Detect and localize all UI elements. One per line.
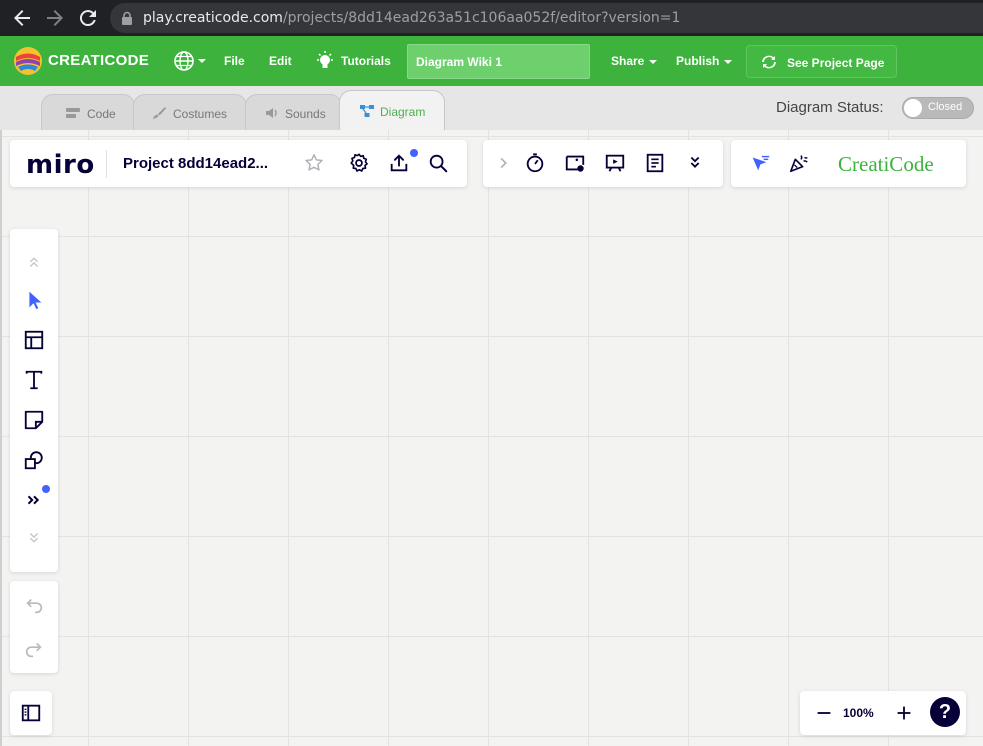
creaticode-logo-icon[interactable] bbox=[13, 46, 43, 76]
search-icon[interactable] bbox=[424, 149, 452, 177]
tab-sounds-label: Sounds bbox=[285, 107, 326, 121]
timer-icon[interactable] bbox=[521, 149, 549, 177]
settings-icon[interactable] bbox=[345, 149, 373, 177]
paintbrush-icon bbox=[153, 107, 166, 119]
lock-icon bbox=[122, 11, 132, 25]
caret-down-icon bbox=[649, 59, 658, 64]
star-icon[interactable] bbox=[300, 149, 328, 177]
undo-icon[interactable] bbox=[20, 591, 48, 619]
new-feature-dot bbox=[42, 485, 50, 493]
help-button[interactable]: ? bbox=[930, 697, 960, 727]
left-toolbar bbox=[10, 229, 58, 572]
card-icon[interactable] bbox=[561, 149, 589, 177]
diagram-status-value: Closed bbox=[928, 101, 963, 113]
shapes-icon[interactable] bbox=[20, 446, 48, 474]
zoom-level[interactable]: 100% bbox=[843, 706, 874, 720]
diagram-status-label: Diagram Status: bbox=[776, 99, 884, 116]
tab-costumes[interactable]: Costumes bbox=[133, 94, 247, 130]
sticky-note-icon[interactable] bbox=[20, 406, 48, 434]
caret-down-icon bbox=[724, 59, 733, 64]
board-name[interactable]: Project 8dd14ead2... bbox=[123, 155, 268, 172]
url-host: play.creaticode.com bbox=[143, 10, 283, 26]
logo-text[interactable]: CREATICODE bbox=[48, 52, 149, 69]
share-upload-icon[interactable] bbox=[385, 149, 413, 177]
zoom-out-icon[interactable] bbox=[810, 699, 838, 727]
tab-sounds[interactable]: Sounds bbox=[245, 94, 342, 130]
expand-down-icon[interactable] bbox=[681, 149, 709, 177]
url-text: play.creaticode.com/projects/8dd14ead263… bbox=[143, 10, 680, 26]
text-icon[interactable] bbox=[20, 366, 48, 394]
back-arrow-icon[interactable] bbox=[10, 6, 34, 30]
see-project-page-label: See Project Page bbox=[787, 56, 885, 70]
board-info-panel: miro Project 8dd14ead2... bbox=[10, 140, 467, 187]
project-title: Diagram Wiki 1 bbox=[416, 55, 502, 69]
cursor-filter-icon[interactable] bbox=[746, 149, 774, 177]
creaticode-brand: CreatiCode bbox=[838, 152, 934, 176]
lightbulb-icon[interactable] bbox=[316, 51, 334, 71]
select-cursor-icon[interactable] bbox=[20, 286, 48, 314]
sync-arrows-icon bbox=[762, 55, 776, 69]
zoom-in-icon[interactable] bbox=[890, 699, 918, 727]
publish-label: Publish bbox=[676, 54, 720, 68]
miro-logo[interactable]: miro bbox=[26, 150, 95, 180]
chevron-right-icon[interactable] bbox=[489, 149, 517, 177]
see-project-page-button[interactable]: See Project Page bbox=[746, 45, 897, 78]
frame-icon[interactable] bbox=[20, 326, 48, 354]
globe-icon bbox=[174, 51, 206, 71]
tab-diagram-label: Diagram bbox=[380, 105, 426, 119]
tab-code[interactable]: Code bbox=[41, 94, 135, 130]
speaker-icon bbox=[266, 108, 277, 118]
toggle-knob bbox=[904, 99, 922, 117]
reload-icon[interactable] bbox=[76, 6, 100, 30]
board-frame-edge bbox=[0, 130, 2, 746]
tutorials-menu[interactable]: Tutorials bbox=[341, 54, 391, 68]
present-icon[interactable] bbox=[601, 149, 629, 177]
edit-menu[interactable]: Edit bbox=[269, 54, 292, 68]
miro-board-canvas[interactable] bbox=[0, 130, 983, 746]
diagram-icon bbox=[360, 105, 374, 117]
share-menu[interactable]: Share bbox=[611, 54, 658, 68]
tab-costumes-label: Costumes bbox=[173, 107, 228, 121]
file-menu[interactable]: File bbox=[224, 54, 245, 68]
divider bbox=[106, 150, 107, 178]
notes-icon[interactable] bbox=[641, 149, 669, 177]
redo-icon[interactable] bbox=[20, 635, 48, 663]
collaboration-toolbar bbox=[483, 140, 723, 187]
diagram-status-toggle[interactable]: Closed bbox=[902, 97, 974, 119]
code-icon bbox=[66, 108, 80, 118]
board-panel-toggle[interactable] bbox=[10, 691, 52, 735]
zoom-controls: 100% ? bbox=[800, 691, 966, 735]
scroll-down-icon[interactable] bbox=[20, 525, 48, 553]
address-bar[interactable]: play.creaticode.com/projects/8dd14ead263… bbox=[110, 3, 983, 33]
language-menu[interactable] bbox=[173, 49, 209, 73]
share-label: Share bbox=[611, 54, 645, 68]
browser-toolbar: play.creaticode.com/projects/8dd14ead263… bbox=[0, 0, 983, 36]
celebrate-icon[interactable] bbox=[785, 149, 813, 177]
brand-toolbar: CreatiCode bbox=[731, 140, 966, 187]
sidebar-panel-icon bbox=[17, 699, 45, 727]
tab-diagram[interactable]: Diagram bbox=[339, 90, 445, 130]
undo-redo-panel bbox=[10, 581, 58, 673]
notification-dot bbox=[410, 149, 418, 157]
scroll-up-icon[interactable] bbox=[20, 247, 48, 275]
app-header: CREATICODE File Edit Tutorials Diagram W… bbox=[0, 36, 983, 86]
tab-code-label: Code bbox=[87, 107, 116, 121]
forward-arrow-icon[interactable] bbox=[43, 6, 67, 30]
publish-menu[interactable]: Publish bbox=[676, 54, 733, 68]
editor-tabs: Code Costumes Sounds Diagram Diagram Sta… bbox=[0, 86, 983, 130]
project-title-input[interactable]: Diagram Wiki 1 bbox=[407, 44, 590, 79]
url-path: /projects/8dd14ead263a51c106aa052f/edito… bbox=[282, 10, 681, 26]
